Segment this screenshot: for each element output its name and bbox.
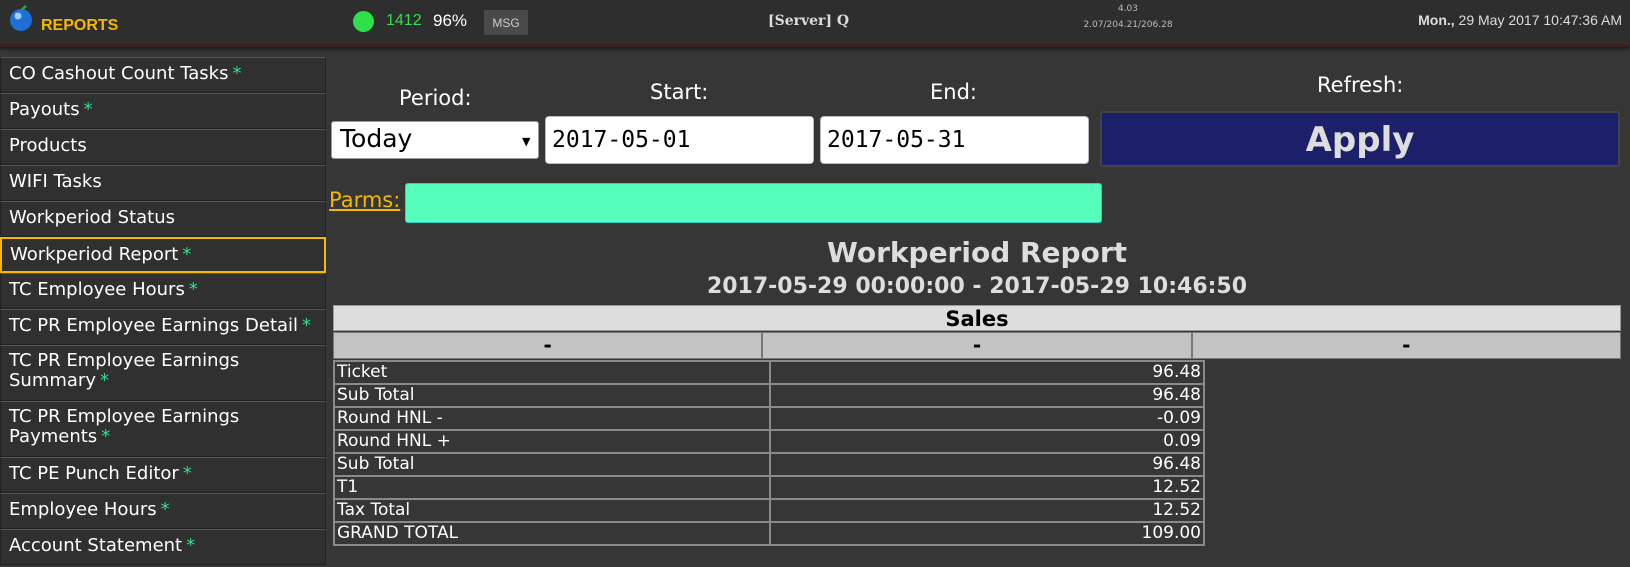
sidebar-item-workperiod-status[interactable]: Workperiod Status <box>0 201 326 237</box>
row-label: Round HNL - <box>333 406 771 431</box>
row-label: Round HNL + <box>333 429 771 454</box>
sidebar-item-label: TC PR Employee Earnings Payments <box>9 406 240 447</box>
favorite-star-icon: * <box>83 99 93 120</box>
favorite-star-icon: * <box>232 63 242 84</box>
version-bottom: 2.07/204.21/206.28 <box>1083 20 1173 30</box>
favorite-star-icon: * <box>182 244 192 265</box>
sidebar-item-label: TC PR Employee Earnings Summary <box>9 350 240 391</box>
row-label: Ticket <box>333 360 771 385</box>
blueberry-logo-icon <box>10 5 32 31</box>
table-row: Round HNL - -0.09 <box>333 406 1205 431</box>
sidebar-item-label: Workperiod Report <box>10 244 179 265</box>
period-select[interactable]: Today <box>331 121 539 159</box>
sidebar-item-label: WIFI Tasks <box>9 171 102 192</box>
version-top: 4.03 <box>1117 4 1139 14</box>
parms-link[interactable]: Parms: <box>329 188 400 212</box>
start-label: Start: <box>650 80 709 104</box>
sidebar-item-account-statement[interactable]: Account Statement * <box>0 529 326 565</box>
sidebar-item-label: TC PE Punch Editor <box>9 463 179 484</box>
table-row: Tax Total 12.52 <box>333 498 1205 523</box>
sidebar-item-tc-pe-punch-editor[interactable]: TC PE Punch Editor * <box>0 457 326 493</box>
msg-button[interactable]: MSG <box>484 10 528 35</box>
sales-section-header: Sales <box>333 305 1621 331</box>
column-headers: - - - <box>333 332 1621 359</box>
status-count: 1412 <box>386 12 422 29</box>
sidebar-item-label: TC PR Employee Earnings Detail <box>9 315 299 336</box>
table-row: Sub Total 96.48 <box>333 452 1205 477</box>
table-row: Round HNL +0.09 <box>333 429 1205 454</box>
sidebar-item-label: Payouts <box>9 99 80 120</box>
row-value: 109.00 <box>769 521 1205 546</box>
favorite-star-icon: * <box>188 279 198 300</box>
row-label: T1 <box>333 475 771 500</box>
favorite-star-icon: * <box>101 426 111 447</box>
sales-table: Ticket 96.48 Sub Total 96.48 Round HNL - -0… <box>333 360 1205 546</box>
column-header: - <box>1191 332 1621 359</box>
datetime: Mon., 29 May 2017 10:47:36 AM <box>1418 12 1622 28</box>
parms-input[interactable] <box>405 183 1102 223</box>
status-indicator-icon <box>353 11 374 32</box>
favorite-star-icon: * <box>186 535 196 556</box>
favorite-star-icon: * <box>302 315 312 336</box>
table-row: Sub Total 96.48 <box>333 383 1205 408</box>
sidebar-item-label: Workperiod Status <box>9 207 175 228</box>
sidebar-item-tc-pr-earnings-summary[interactable]: TC PR Employee Earnings Summary * <box>0 345 326 401</box>
row-value: -0.09 <box>769 406 1205 431</box>
row-value: 96.48 <box>769 360 1205 385</box>
column-header: - <box>762 332 1192 359</box>
sidebar-item-products[interactable]: Products <box>0 129 326 165</box>
favorite-star-icon: * <box>100 370 109 391</box>
datetime-day: Mon., <box>1418 12 1455 28</box>
sidebar-item-label: Products <box>9 135 87 156</box>
apply-button[interactable]: Apply <box>1100 111 1620 167</box>
dropdown-arrow-icon: ▼ <box>522 135 531 148</box>
app-title: REPORTS <box>41 17 119 34</box>
sidebar-item-wifi-tasks[interactable]: WIFI Tasks <box>0 165 326 201</box>
row-value: 0.09 <box>769 429 1205 454</box>
sidebar-item-co-cashout-count-tasks[interactable]: CO Cashout Count Tasks * <box>0 57 326 93</box>
sidebar-item-label: CO Cashout Count Tasks <box>9 63 229 84</box>
row-value: 12.52 <box>769 498 1205 523</box>
sidebar-item-label: Account Statement <box>9 535 183 556</box>
refresh-label: Refresh: <box>1317 73 1404 97</box>
sidebar-item-tc-pr-earnings-detail[interactable]: TC PR Employee Earnings Detail * <box>0 309 326 345</box>
table-row: GRAND TOTAL 109.00 <box>333 521 1205 546</box>
row-value: 96.48 <box>769 452 1205 477</box>
datetime-rest: 29 May 2017 10:47:36 AM <box>1454 12 1622 28</box>
end-label: End: <box>930 80 977 104</box>
sidebar-item-employee-hours[interactable]: Employee Hours * <box>0 493 326 529</box>
sidebar-item-label: Employee Hours <box>9 499 157 520</box>
sidebar-item-payouts[interactable]: Payouts * <box>0 93 326 129</box>
sidebar-item-label: TC Employee Hours <box>9 279 185 300</box>
row-value: 96.48 <box>769 383 1205 408</box>
row-label: GRAND TOTAL <box>333 521 771 546</box>
status-percent: 96% <box>433 11 468 30</box>
favorite-star-icon: * <box>160 499 170 520</box>
sidebar-item-workperiod-report[interactable]: Workperiod Report * <box>0 237 326 273</box>
row-label: Sub Total <box>333 383 771 408</box>
table-row: Ticket 96.48 <box>333 360 1205 385</box>
table-row: T1 12.52 <box>333 475 1205 500</box>
sidebar-item-tc-employee-hours[interactable]: TC Employee Hours * <box>0 273 326 309</box>
start-date-input[interactable] <box>545 116 814 164</box>
end-date-input[interactable] <box>820 116 1089 164</box>
sidebar-item-tc-pr-earnings-payments[interactable]: TC PR Employee Earnings Payments * <box>0 401 326 457</box>
period-label: Period: <box>399 86 472 110</box>
sidebar: CO Cashout Count Tasks * Payouts * Product… <box>0 57 326 565</box>
row-label: Tax Total <box>333 498 771 523</box>
report-date-range: 2017-05-29 00:00:00 - 2017-05-29 10:46:5… <box>706 274 1248 299</box>
report-title: Workperiod Report <box>826 236 1128 269</box>
favorite-star-icon: * <box>182 463 192 484</box>
column-header: - <box>333 332 763 359</box>
row-label: Sub Total <box>333 452 771 477</box>
top-bar: REPORTS 1412 96% MSG [Server] Q 4.03 2.0… <box>0 0 1630 47</box>
server-label: [Server] Q <box>768 13 850 29</box>
row-value: 12.52 <box>769 475 1205 500</box>
